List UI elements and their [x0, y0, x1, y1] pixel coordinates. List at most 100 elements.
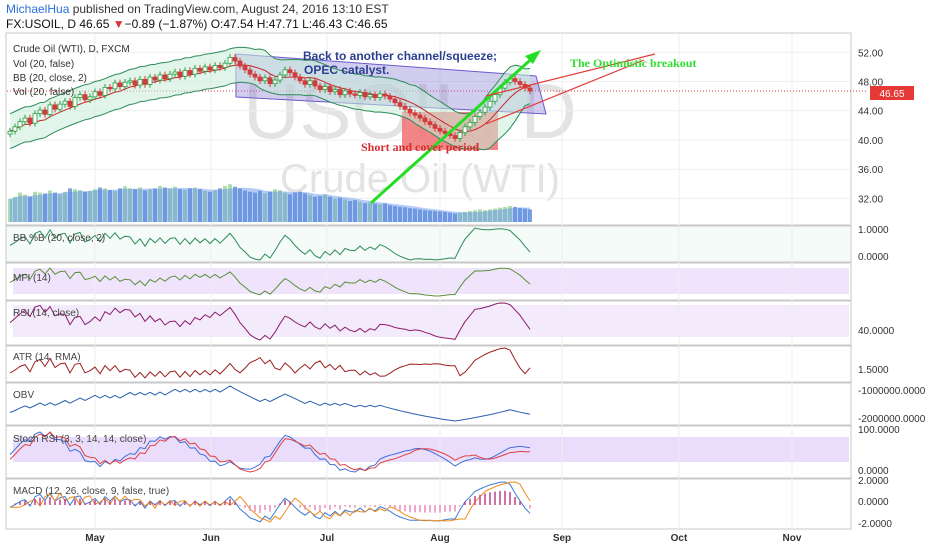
candle-body — [272, 79, 278, 85]
indicator-panes — [5, 225, 852, 530]
candle-body — [312, 80, 318, 87]
indicator-label-mfi: MFI (14) — [13, 273, 51, 284]
candle-body — [182, 70, 188, 77]
indicator-label-obv: OBV — [13, 390, 34, 401]
x-tick-1: Jun — [202, 533, 220, 544]
candle-body — [12, 126, 18, 132]
atr-tick-0: 1.5000 — [858, 365, 889, 376]
candle-body — [367, 94, 373, 98]
y-tick-0: 52.00 — [858, 48, 883, 59]
candle-body — [37, 109, 43, 115]
candle-body — [267, 77, 273, 85]
candle-body — [422, 117, 428, 123]
candle-body — [262, 77, 268, 82]
indicator-label-macd: MACD (12, 26, close, 9, false, true) — [13, 486, 169, 497]
candle-body — [452, 135, 458, 139]
candle-body — [17, 121, 23, 128]
bb-tick-0: 1.0000 — [858, 225, 889, 236]
candle-body — [222, 62, 228, 69]
candle-body — [62, 100, 68, 105]
x-tick-6: Nov — [783, 533, 802, 544]
candle-body — [257, 76, 263, 82]
candle-body — [317, 85, 323, 90]
candle-body — [92, 91, 98, 98]
candle-body — [137, 78, 143, 86]
candle-body — [142, 78, 148, 85]
y-tick-2: 44.00 — [858, 107, 883, 118]
candle-body — [277, 74, 283, 81]
rsi-band — [13, 305, 849, 337]
price-badge-label: 46.65 — [879, 89, 904, 100]
candle-body — [127, 80, 133, 83]
candle-body — [477, 111, 483, 117]
candle-body — [332, 89, 338, 93]
candle-body — [242, 65, 248, 71]
candle-body — [157, 74, 163, 81]
candle-body — [247, 69, 253, 75]
candle-body — [517, 81, 523, 85]
candle-body — [347, 90, 353, 95]
candle-body — [297, 76, 303, 82]
y-tick-1: 48.00 — [858, 78, 883, 89]
obv-tick-0: -1000000.0000 — [858, 386, 926, 397]
candle-body — [457, 132, 463, 139]
candle-body — [322, 86, 328, 90]
candle-body — [287, 69, 293, 74]
candle-body — [152, 76, 158, 81]
candle-body — [32, 113, 38, 124]
indicator-label-bb: BB %B (20, close, 2) — [13, 233, 105, 244]
candle-body — [167, 73, 173, 79]
candle-body — [192, 67, 198, 75]
candle-body — [487, 100, 493, 108]
candle-body — [207, 66, 213, 71]
candle-body — [357, 92, 363, 96]
candle-body — [252, 73, 258, 78]
macd-tick-2: -2.0000 — [858, 519, 892, 530]
bb-tick-1: 0.0000 — [858, 252, 889, 263]
candle-body — [327, 86, 333, 93]
legend-item-2: Vol (20, false) — [13, 87, 74, 98]
candle-body — [177, 71, 183, 77]
annotation-breakout: The Optimistic breakout — [570, 56, 696, 70]
candle-body — [102, 86, 108, 96]
candle-body — [302, 80, 308, 85]
mfi-band — [13, 268, 849, 294]
macd-tick-0: 2.0000 — [858, 476, 889, 487]
legend-item-0: Vol (20, false) — [13, 59, 74, 70]
legend-item-1: BB (20, close, 2) — [13, 73, 87, 84]
candle-body — [372, 94, 378, 98]
chart-canvas[interactable]: USOIL, D Crude Oil (WTI) Crude Oil (WTI)… — [0, 0, 932, 550]
candle-body — [292, 72, 298, 78]
stoch-tick-0: 100.0000 — [858, 425, 900, 436]
annotation-short: Short and cover period — [361, 140, 479, 154]
candle-body — [307, 80, 313, 85]
candle-body — [337, 89, 343, 96]
candle-body — [217, 65, 223, 69]
indicator-label-stoch: Stoch RSI (3, 3, 14, 14, close) — [13, 434, 146, 445]
indicator-label-atr: ATR (14, RMA) — [13, 352, 81, 363]
obv-pane — [5, 382, 852, 426]
x-tick-3: Aug — [430, 533, 449, 544]
candle-body — [232, 56, 238, 62]
obv-tick-1: -2000000.0000 — [858, 414, 926, 425]
candle-body — [342, 90, 348, 96]
candle-body — [132, 80, 138, 86]
rsi-tick-0: 40.0000 — [858, 326, 895, 337]
candle-body — [397, 102, 403, 107]
candle-body — [432, 124, 438, 129]
candle-body — [437, 127, 443, 132]
macd-tick-1: 0.0000 — [858, 497, 889, 508]
candle-body — [512, 78, 518, 82]
candle-body — [172, 71, 178, 75]
candle-body — [42, 109, 48, 115]
x-tick-4: Sep — [553, 533, 571, 544]
candle-body — [237, 60, 243, 67]
candle-body — [392, 98, 398, 104]
candle-body — [117, 82, 123, 88]
x-tick-0: May — [85, 533, 105, 544]
candle-body — [87, 96, 93, 101]
candle-body — [417, 114, 423, 119]
candle-body — [197, 67, 203, 72]
candle-body — [122, 81, 128, 88]
candle-body — [387, 95, 393, 100]
